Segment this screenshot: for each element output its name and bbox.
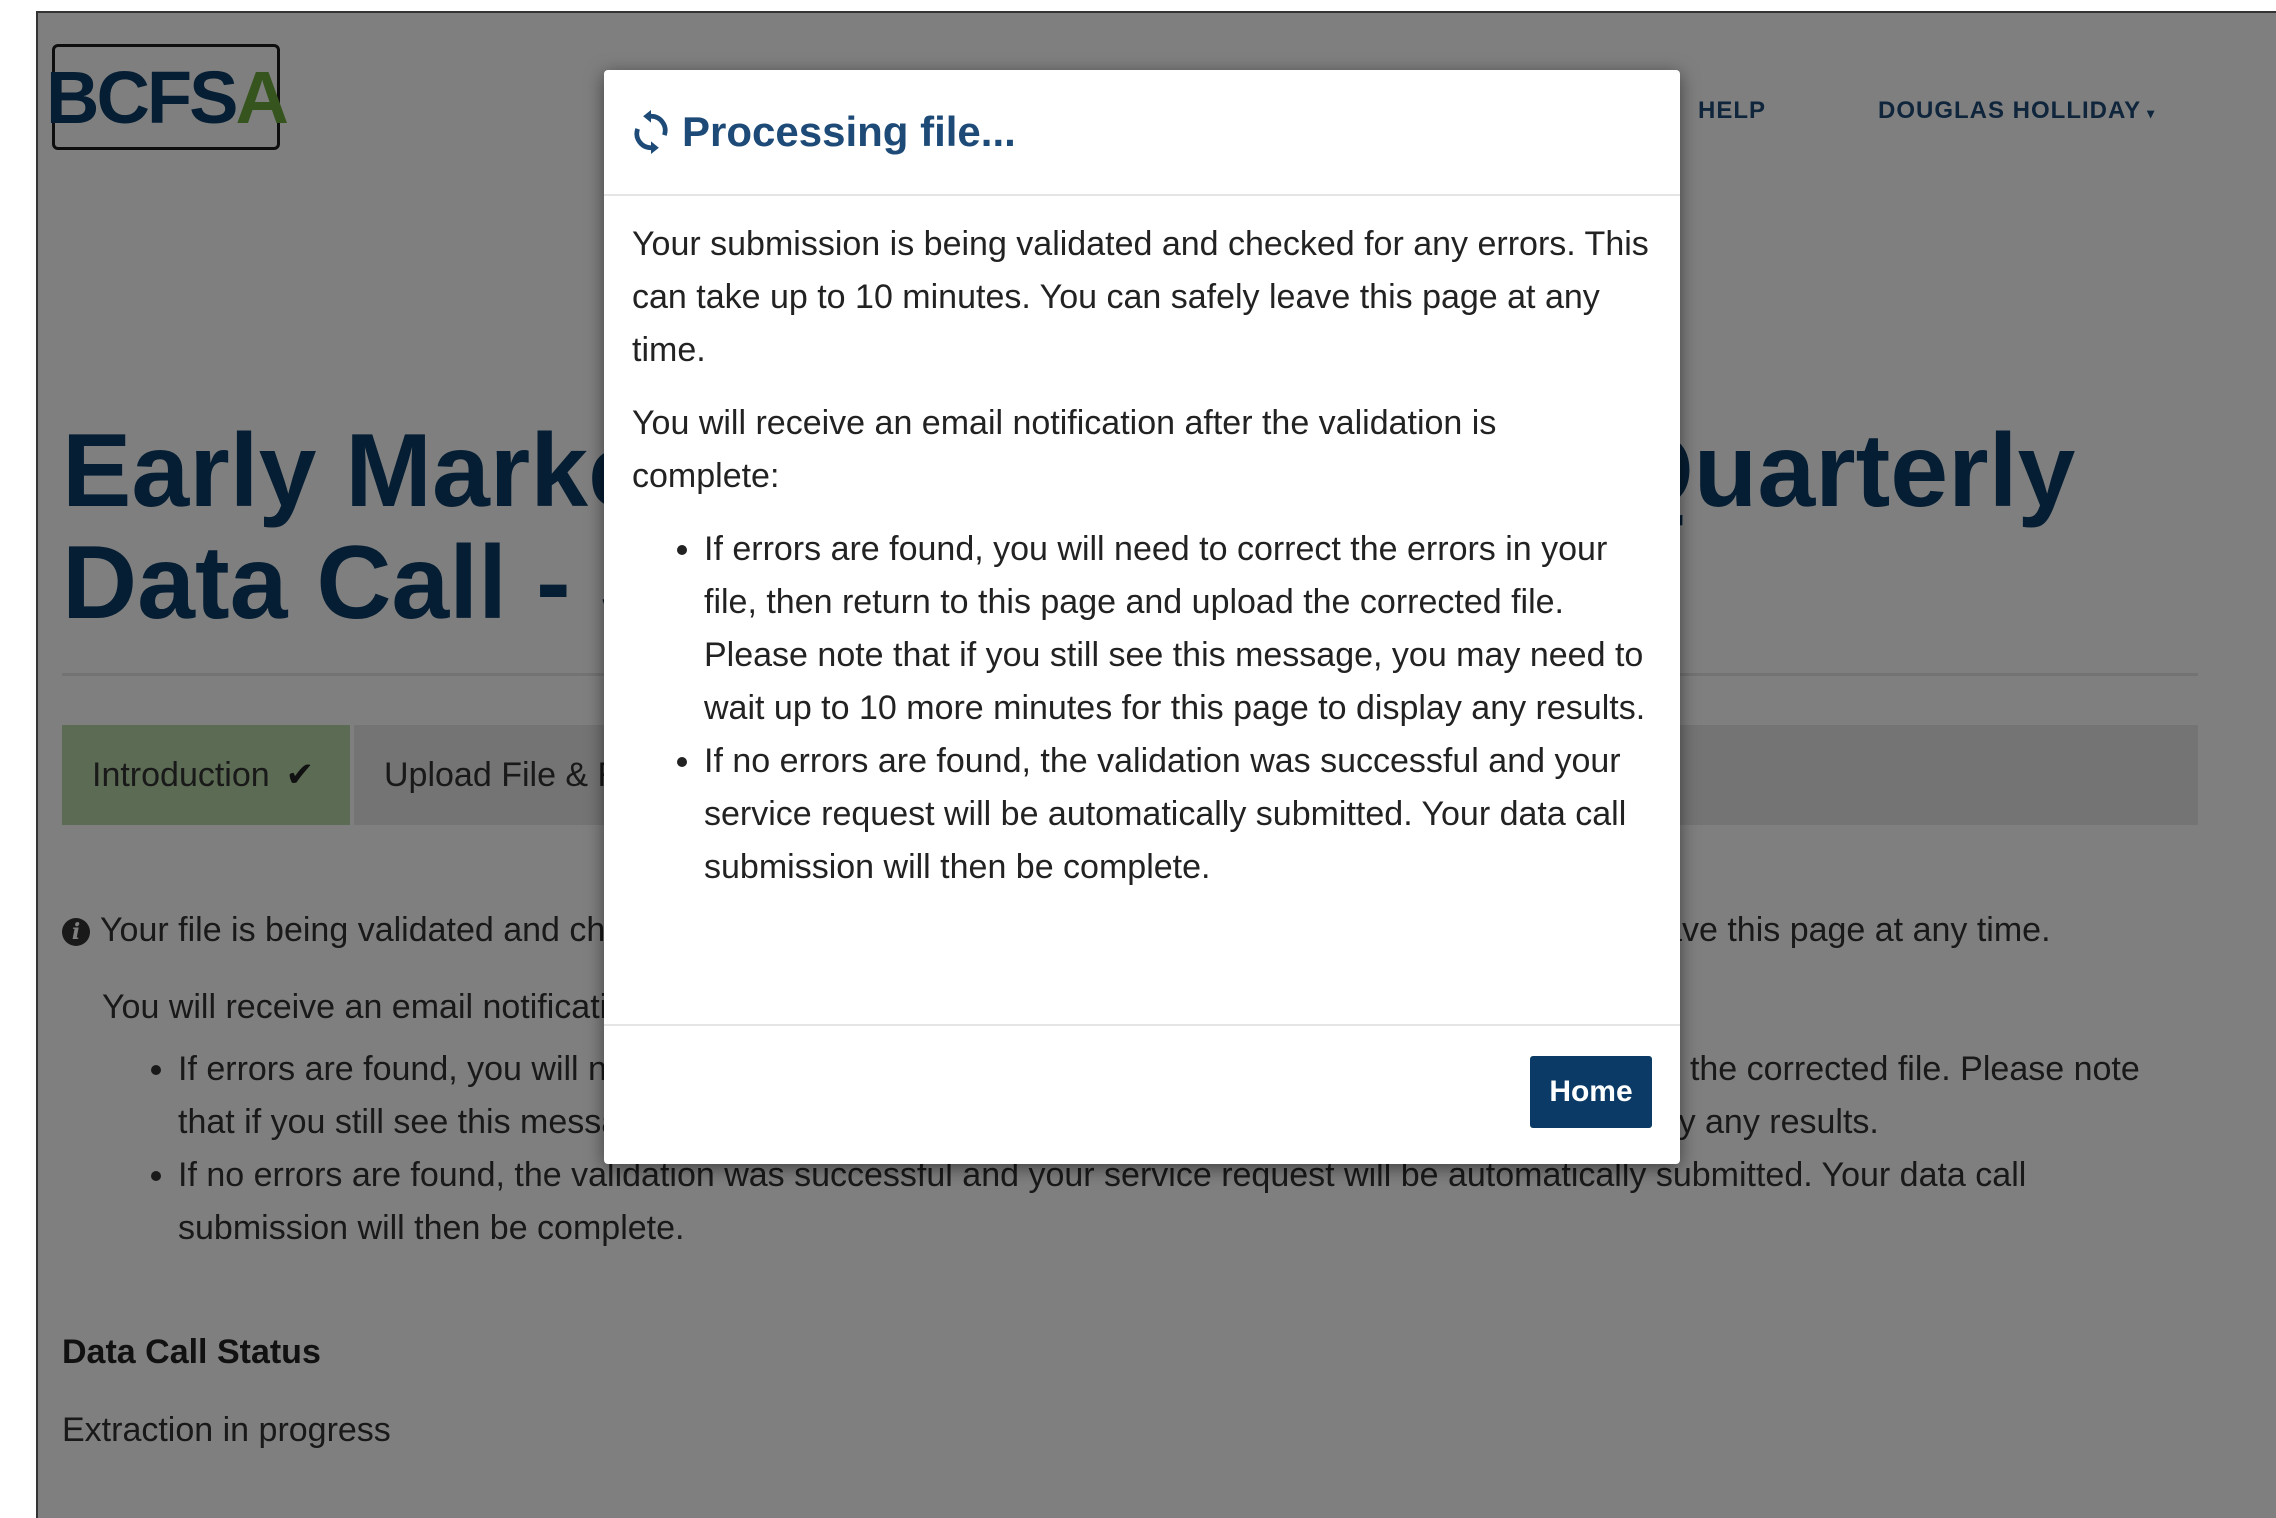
browser-viewport: BCFSA HELP DOUGLAS HOLLIDAY▾ Early Marke… xyxy=(36,11,2276,1518)
dialog-paragraph: Your submission is being validated and c… xyxy=(632,225,1649,369)
home-button[interactable]: Home xyxy=(1530,1056,1652,1128)
dialog-body: Your submission is being validated and c… xyxy=(604,196,1680,1026)
dialog-outcomes-list: If errors are found, you will need to co… xyxy=(632,523,1652,894)
dialog-header: Processing file... xyxy=(604,70,1680,196)
processing-file-dialog: Processing file... Your submission is be… xyxy=(604,70,1680,1164)
dialog-paragraph: You will receive an email notification a… xyxy=(632,404,1497,495)
dialog-title: Processing file... xyxy=(682,108,1016,155)
refresh-icon xyxy=(634,110,668,154)
list-item: If no errors are found, the validation w… xyxy=(704,735,1652,894)
list-item: If errors are found, you will need to co… xyxy=(704,523,1652,735)
dialog-footer: Home xyxy=(604,1026,1680,1162)
